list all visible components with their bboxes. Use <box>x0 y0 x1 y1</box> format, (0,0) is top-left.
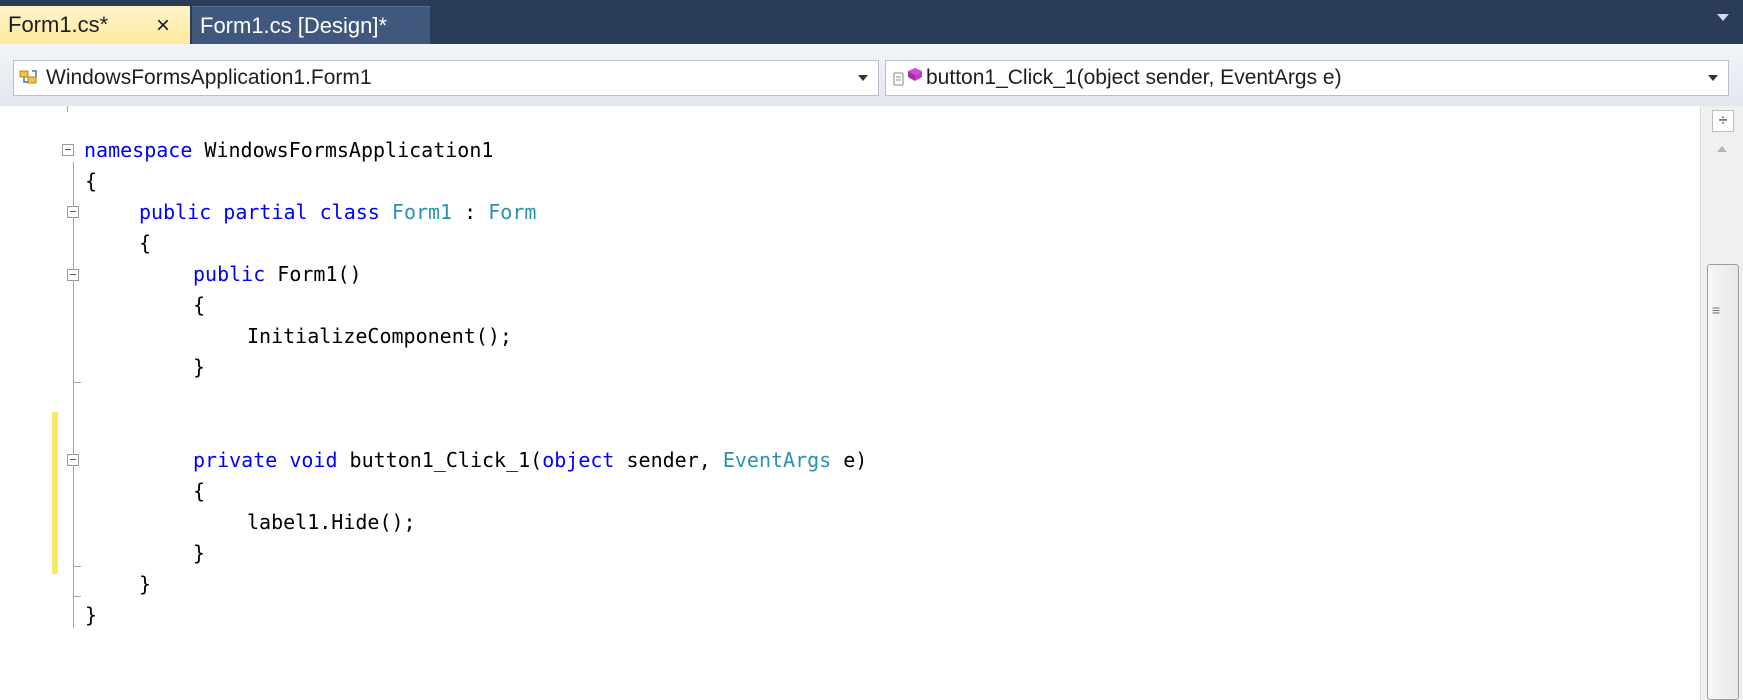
scrollbar-thumb[interactable] <box>1707 264 1739 700</box>
document-tab-bar: Form1.cs* × Form1.cs [Design]* <box>0 0 1743 44</box>
code-line-initialize: InitializeComponent(); <box>247 324 512 348</box>
outline-guide <box>73 596 81 597</box>
code-line-hide: label1.Hide(); <box>247 510 416 534</box>
code-line-brace: { <box>139 231 152 255</box>
navigation-bar: WindowsFormsApplication1.Form1 button1_C… <box>0 44 1743 106</box>
code-line-method: private void button1_Click_1(object send… <box>193 448 868 472</box>
close-icon[interactable]: × <box>156 12 170 40</box>
outline-guide <box>73 472 74 602</box>
tab-form1-design[interactable]: Form1.cs [Design]* <box>192 6 430 44</box>
collapse-icon[interactable] <box>67 206 79 218</box>
chevron-down-icon[interactable] <box>1708 75 1718 81</box>
code-line-brace: { <box>193 479 206 503</box>
outline-guide <box>73 382 81 383</box>
code-line-namespace: namespace WindowsFormsApplication1 <box>84 138 494 162</box>
grip-icon: ≡ <box>1712 302 1721 318</box>
code-line-brace: } <box>85 603 98 627</box>
code-editor[interactable]: namespace WindowsFormsApplication1 { pub… <box>0 106 1700 700</box>
outline-guide <box>67 106 68 112</box>
change-marker <box>52 412 58 574</box>
code-line-brace: } <box>193 541 206 565</box>
class-icon <box>18 68 42 88</box>
class-combo[interactable]: WindowsFormsApplication1.Form1 <box>13 60 879 96</box>
tab-form1-cs[interactable]: Form1.cs* × <box>0 6 190 44</box>
collapse-icon[interactable] <box>67 454 79 466</box>
outline-guide <box>73 566 81 567</box>
chevron-down-icon[interactable] <box>858 75 868 81</box>
code-line-brace: } <box>193 355 206 379</box>
outline-guide <box>73 224 74 388</box>
code-line-constructor: public Form1() <box>193 262 362 286</box>
member-combo-value: button1_Click_1(object sender, EventArgs… <box>926 66 1342 89</box>
collapse-icon[interactable] <box>67 269 79 281</box>
scroll-up-icon[interactable] <box>1717 146 1727 152</box>
collapse-icon[interactable] <box>62 144 74 156</box>
class-combo-value: WindowsFormsApplication1.Form1 <box>46 66 372 89</box>
code-line-brace: { <box>85 169 98 193</box>
vertical-scrollbar[interactable]: ÷ ≡ <box>1700 106 1743 700</box>
split-window-icon[interactable]: ÷ <box>1712 110 1734 132</box>
tab-list-dropdown-icon[interactable] <box>1717 14 1729 21</box>
method-icon <box>892 67 924 89</box>
code-line-brace: } <box>139 572 152 596</box>
member-combo[interactable]: button1_Click_1(object sender, EventArgs… <box>885 60 1729 96</box>
tab-label: Form1.cs [Design]* <box>200 12 388 38</box>
code-line-brace: { <box>193 293 206 317</box>
code-line-class: public partial class Form1 : Form <box>139 200 537 224</box>
tab-label: Form1.cs* <box>8 12 109 37</box>
